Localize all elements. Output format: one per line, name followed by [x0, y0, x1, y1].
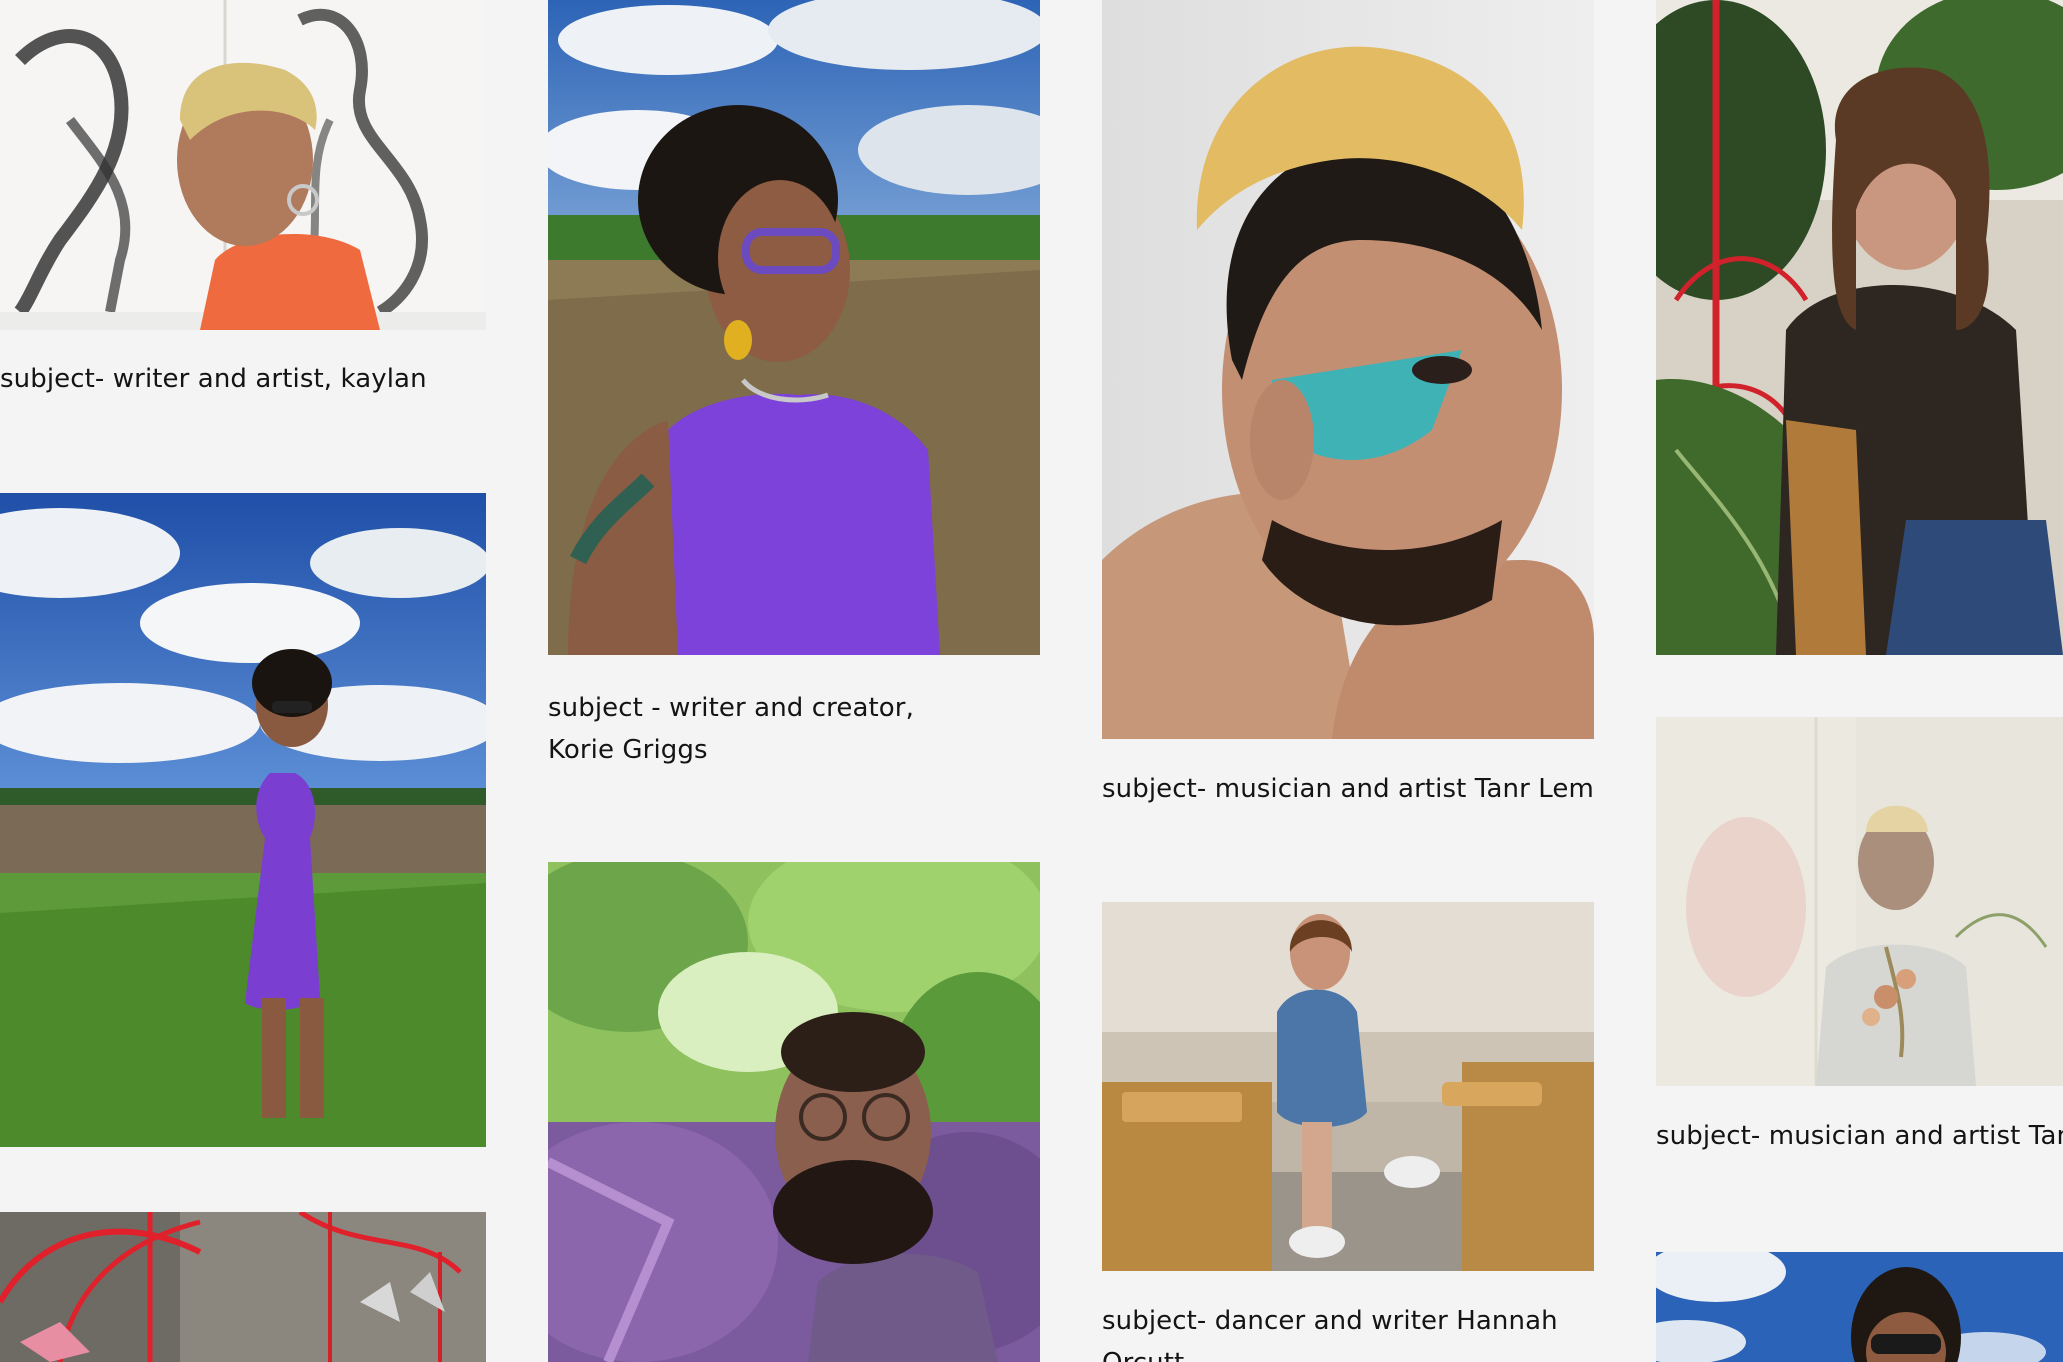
flowers-photo[interactable] — [1656, 717, 2063, 1086]
portrait-photo[interactable] — [1656, 1252, 2063, 1362]
cafe-photo[interactable] — [1102, 902, 1594, 1271]
gallery-item[interactable] — [1656, 1252, 2063, 1362]
gallery-item[interactable]: subject- dancer and writer Hannah Orcutt — [1102, 902, 1594, 1362]
photo-gallery: subject- writer and artist, kaylan lemon — [0, 0, 2063, 1362]
plants-photo[interactable] — [1656, 0, 2063, 655]
gallery-item[interactable]: subject - writer and creator, Korie Grig… — [548, 0, 1040, 780]
portrait-photo[interactable] — [1102, 0, 1594, 739]
photo-caption: subject- writer and artist, kaylan lemon — [0, 364, 427, 394]
photo-caption: subject- musician and artist Tanr — [1656, 1121, 2063, 1151]
sculpture-photo[interactable] — [0, 1212, 486, 1362]
gallery-item[interactable] — [0, 1212, 486, 1362]
portrait-photo[interactable] — [548, 0, 1040, 655]
photo-caption: subject- dancer and writer Hannah Orcutt — [1102, 1306, 1558, 1362]
gallery-item[interactable]: subject- writer and artist, kaylan lemon — [0, 0, 486, 400]
portrait-photo[interactable] — [0, 0, 486, 330]
field-photo[interactable] — [0, 493, 486, 1147]
gallery-item[interactable] — [548, 862, 1040, 1362]
photo-caption: subject- musician and artist Tanr Lemn — [1102, 774, 1594, 804]
gallery-item[interactable] — [0, 493, 486, 1147]
gallery-item[interactable] — [1656, 0, 2063, 655]
gallery-item[interactable]: subject- musician and artist Tanr — [1656, 717, 2063, 1157]
photo-caption: subject - writer and creator, Korie Grig… — [548, 693, 914, 765]
leaves-photo[interactable] — [548, 862, 1040, 1362]
gallery-item[interactable]: subject- musician and artist Tanr Lemn — [1102, 0, 1594, 820]
